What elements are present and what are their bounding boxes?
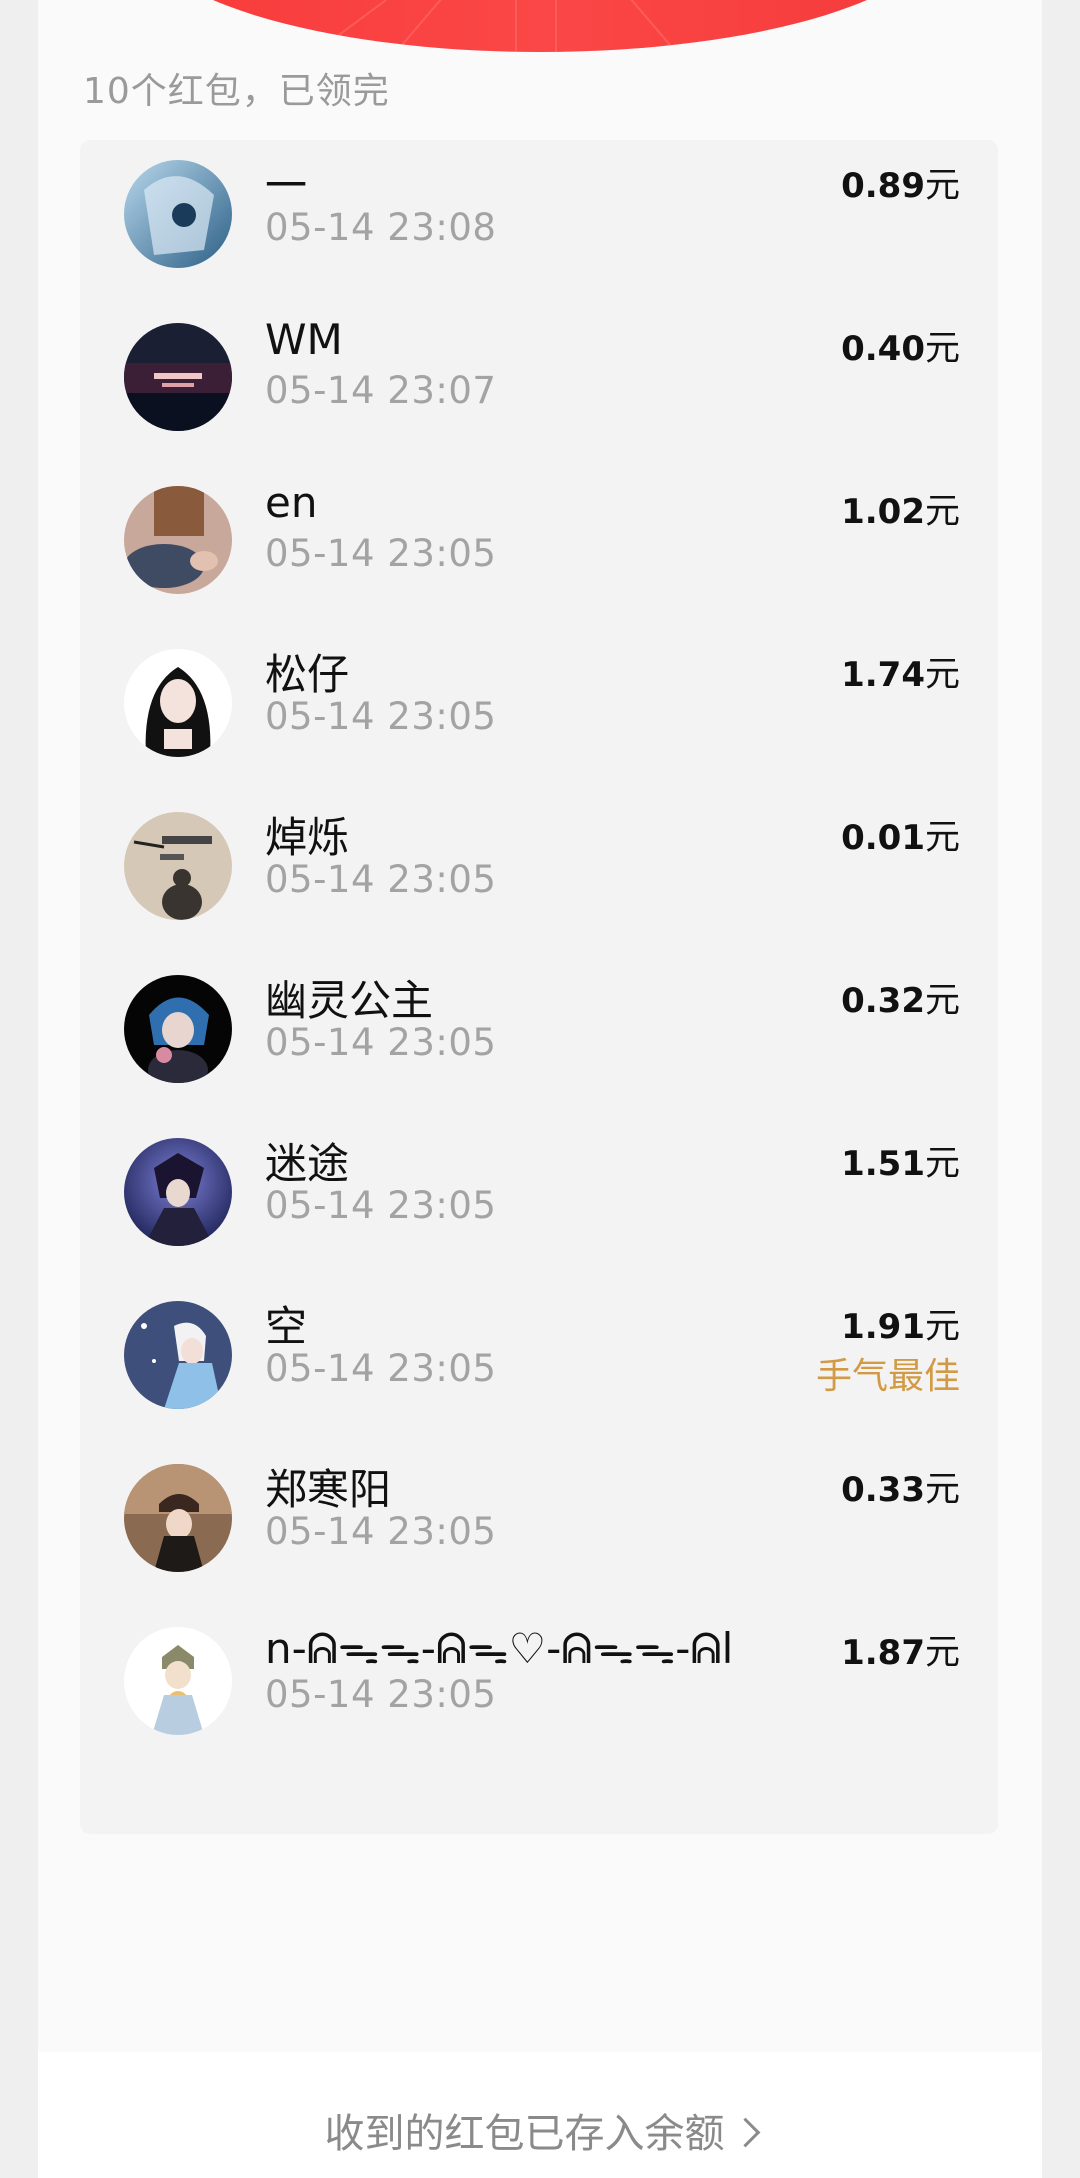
list-item[interactable]: 幽灵公主 05-14 23:05 0.32元 (80, 955, 998, 1118)
amount-value: 1.91 (841, 1307, 925, 1347)
amount-value: 0.01 (841, 818, 925, 858)
recipient-name: 松仔 (265, 650, 350, 699)
red-packet-banner (136, 0, 944, 52)
amount-unit: 元 (924, 1307, 960, 1347)
list-item[interactable]: 焯烁 05-14 23:05 0.01元 (80, 792, 998, 955)
recipient-name: 郑寒阳 (265, 1465, 392, 1514)
amount-value: 1.87 (841, 1633, 925, 1673)
avatar[interactable] (124, 1627, 232, 1735)
amount-value: 1.74 (841, 655, 925, 695)
amount-unit: 元 (924, 655, 960, 695)
balance-link[interactable]: 收到的红包已存入余额 (38, 2101, 1042, 2159)
amount: 0.40元 (841, 320, 960, 371)
amount: 0.89元 (841, 157, 960, 208)
amount-unit: 元 (924, 1470, 960, 1510)
balance-link-label: 收到的红包已存入余额 (324, 2111, 725, 2157)
list-item[interactable]: 迷途 05-14 23:05 1.51元 (80, 1118, 998, 1281)
list-item[interactable]: WM 05-14 23:07 0.40元 (80, 303, 998, 466)
received-time: 05-14 23:05 (265, 695, 497, 738)
avatar[interactable] (124, 323, 232, 431)
avatar[interactable] (124, 649, 232, 757)
recipient-name: n-ᕱᯓᯓ-ᕱᯓ♡-ᕱᯓᯓ-ᕱl (265, 1624, 734, 1673)
amount-unit: 元 (924, 1633, 960, 1673)
list-item[interactable]: n-ᕱᯓᯓ-ᕱᯓ♡-ᕱᯓᯓ-ᕱl 05-14 23:05 1.87元 (80, 1607, 998, 1770)
recipient-name: 迷途 (265, 1139, 350, 1188)
amount: 0.32元 (841, 972, 960, 1023)
amount-value: 0.33 (841, 1470, 925, 1510)
avatar[interactable] (124, 1138, 232, 1246)
list-item[interactable]: en 05-14 23:05 1.02元 (80, 466, 998, 629)
amount: 1.74元 (841, 646, 960, 697)
chevron-right-icon (730, 2117, 760, 2148)
list-item[interactable]: 一 05-14 23:08 0.89元 (80, 140, 998, 303)
packet-summary: 10个红包，已领完 (83, 71, 390, 112)
amount-value: 1.02 (841, 492, 925, 532)
received-time: 05-14 23:07 (265, 369, 497, 412)
received-time: 05-14 23:08 (265, 206, 497, 249)
amount-unit: 元 (924, 1144, 960, 1184)
recipient-name: 一 (265, 161, 308, 210)
amount-unit: 元 (924, 329, 960, 369)
amount: 0.33元 (841, 1461, 960, 1512)
amount-unit: 元 (924, 818, 960, 858)
list-item[interactable]: 空 05-14 23:05 1.91元 手气最佳 (80, 1281, 998, 1444)
amount-value: 0.89 (841, 166, 925, 206)
amount: 1.87元 (841, 1624, 960, 1675)
amount-value: 0.40 (841, 329, 925, 369)
amount: 0.01元 (841, 809, 960, 860)
avatar[interactable] (124, 1464, 232, 1572)
recipient-name: en (265, 478, 318, 527)
avatar[interactable] (124, 1301, 232, 1409)
amount-unit: 元 (924, 166, 960, 206)
footer: 收到的红包已存入余额 (38, 2052, 1042, 2178)
received-time: 05-14 23:05 (265, 1184, 497, 1227)
amount-unit: 元 (924, 981, 960, 1021)
amount: 1.51元 (841, 1135, 960, 1186)
amount-value: 0.32 (841, 981, 925, 1021)
recipient-name: 幽灵公主 (265, 976, 434, 1025)
avatar[interactable] (124, 160, 232, 268)
recipient-name: WM (265, 315, 343, 364)
received-time: 05-14 23:05 (265, 1347, 497, 1390)
received-time: 05-14 23:05 (265, 1510, 497, 1553)
banner-pattern (315, 0, 677, 52)
recipient-name: 空 (265, 1302, 308, 1351)
recipient-name: 焯烁 (265, 813, 350, 862)
avatar[interactable] (124, 975, 232, 1083)
received-time: 05-14 23:05 (265, 532, 497, 575)
avatar[interactable] (124, 812, 232, 920)
avatar[interactable] (124, 486, 232, 594)
best-luck-badge: 手气最佳 (815, 1356, 960, 1397)
received-time: 05-14 23:05 (265, 1673, 497, 1716)
amount-value: 1.51 (841, 1144, 925, 1184)
list-item[interactable]: 松仔 05-14 23:05 1.74元 (80, 629, 998, 792)
amount-unit: 元 (924, 492, 960, 532)
recipient-list: 一 05-14 23:08 0.89元 WM 05-14 23:07 0.40元… (80, 140, 998, 1834)
list-item[interactable]: 郑寒阳 05-14 23:05 0.33元 (80, 1444, 998, 1607)
amount: 1.02元 (841, 483, 960, 534)
amount: 1.91元 (841, 1298, 960, 1349)
red-packet-detail-card: 10个红包，已领完 一 05-14 23:08 0.89元 WM 05-14 2… (38, 0, 1042, 2178)
received-time: 05-14 23:05 (265, 858, 497, 901)
received-time: 05-14 23:05 (265, 1021, 497, 1064)
